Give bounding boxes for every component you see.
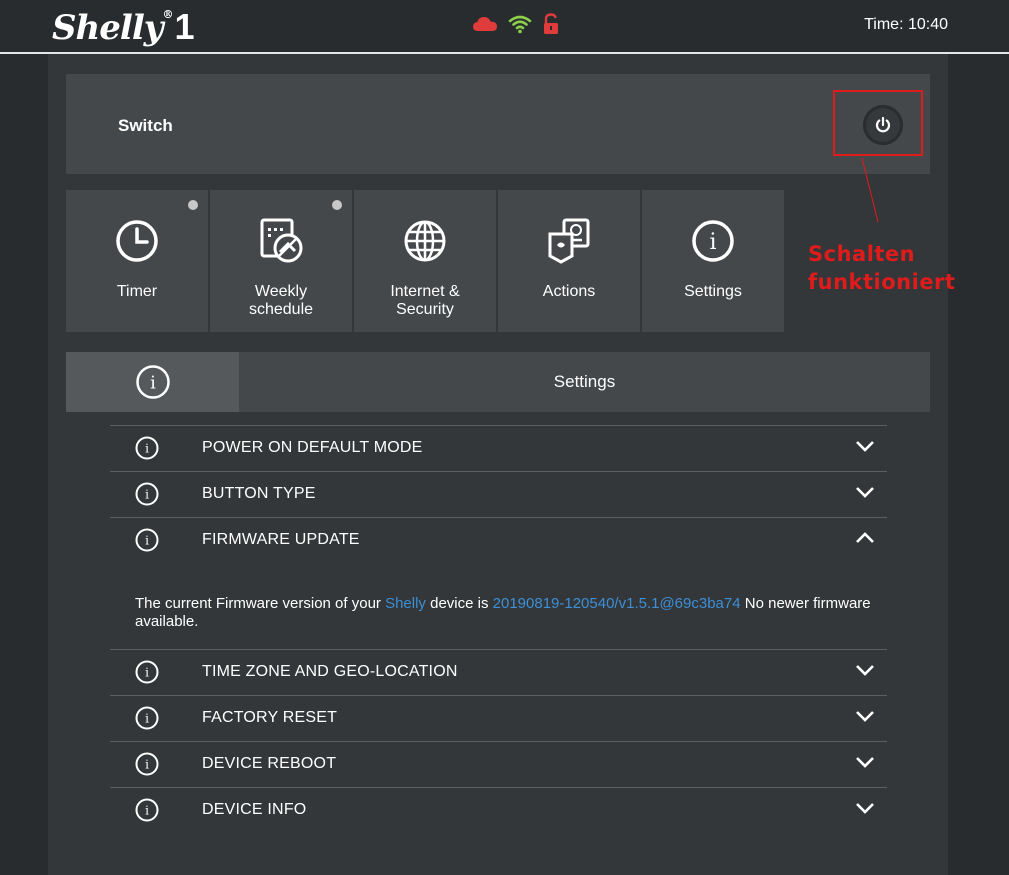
- annotation-line-1: Schalten: [808, 242, 916, 266]
- wifi-icon: [508, 15, 532, 34]
- settings-header-icon-cell: i: [66, 352, 239, 412]
- firmware-text: The current Firmware version of your She…: [135, 595, 871, 630]
- tile-actions[interactable]: Actions: [498, 190, 640, 332]
- svg-text:i: i: [145, 442, 149, 456]
- info-icon: i: [135, 706, 159, 730]
- settings-item-factory-reset[interactable]: i FACTORY RESET: [110, 695, 887, 741]
- settings-item-label: BUTTON TYPE: [202, 485, 316, 502]
- settings-header: i Settings: [66, 352, 930, 412]
- svg-text:i: i: [150, 373, 156, 394]
- chevron-down-icon[interactable]: [855, 439, 875, 453]
- chevron-down-icon[interactable]: [855, 709, 875, 723]
- clock-icon: [116, 220, 158, 262]
- switch-label: Switch: [118, 116, 173, 135]
- svg-text:i: i: [145, 804, 149, 818]
- settings-item-power-on-default-mode[interactable]: i POWER ON DEFAULT MODE: [110, 425, 887, 471]
- firmware-version-link[interactable]: 20190819-120540/v1.5.1@69c3ba74: [493, 595, 741, 612]
- svg-text:i: i: [145, 758, 149, 772]
- settings-item-label: FACTORY RESET: [202, 709, 338, 726]
- settings-item-label: TIME ZONE AND GEO-LOCATION: [202, 663, 458, 680]
- time-display: Time: 10:40: [864, 16, 948, 33]
- svg-text:i: i: [145, 712, 149, 726]
- schedule-icon: [260, 218, 303, 263]
- tile-label: Weekly schedule: [248, 283, 314, 318]
- power-icon: [875, 116, 891, 133]
- tile-label: Settings: [684, 283, 742, 300]
- svg-text:i: i: [709, 230, 716, 255]
- svg-text:i: i: [145, 488, 149, 502]
- svg-text:i: i: [145, 534, 149, 548]
- info-icon: i: [136, 365, 170, 399]
- shelly-logo: Shelly®1: [52, 6, 195, 48]
- chevron-down-icon[interactable]: [855, 801, 875, 815]
- settings-item-firmware-update[interactable]: i FIRMWARE UPDATE: [110, 517, 887, 563]
- top-bar: Shelly®1 Time: 10:40: [0, 0, 1009, 54]
- settings-item-label: DEVICE REBOOT: [202, 755, 337, 772]
- settings-item-device-reboot[interactable]: i DEVICE REBOOT: [110, 741, 887, 787]
- cloud-icon: [473, 17, 497, 31]
- tile-label: Timer: [116, 283, 158, 300]
- annotation-text: Schalten funktioniert: [808, 240, 955, 296]
- status-icons: [472, 12, 560, 36]
- chevron-up-icon[interactable]: [855, 531, 875, 545]
- power-button[interactable]: [863, 105, 903, 145]
- tile-settings[interactable]: i Settings: [642, 190, 784, 332]
- info-icon: i: [135, 436, 159, 460]
- indicator-dot: [188, 200, 198, 210]
- annotation-line-2: funktioniert: [808, 270, 956, 294]
- info-icon: i: [135, 752, 159, 776]
- feature-tiles: Timer Weekly schedule Internet & Securit…: [66, 190, 784, 332]
- tile-weekly-schedule[interactable]: Weekly schedule: [210, 190, 352, 332]
- power-highlight-box: [833, 90, 923, 156]
- globe-icon: [404, 220, 446, 262]
- info-icon: i: [135, 660, 159, 684]
- settings-list: i POWER ON DEFAULT MODE i BUTTON TYPE i …: [110, 425, 887, 833]
- settings-item-label: FIRMWARE UPDATE: [202, 531, 360, 548]
- chevron-down-icon[interactable]: [855, 485, 875, 499]
- firmware-details: The current Firmware version of your She…: [110, 563, 887, 649]
- info-icon: i: [692, 220, 734, 262]
- tile-label: Internet & Security: [390, 283, 460, 318]
- settings-title: Settings: [553, 372, 616, 391]
- unlock-icon: [544, 13, 558, 34]
- info-icon: i: [135, 798, 159, 822]
- settings-item-label: POWER ON DEFAULT MODE: [202, 439, 423, 456]
- tile-internet-security[interactable]: Internet & Security: [354, 190, 496, 332]
- svg-text:i: i: [145, 666, 149, 680]
- switch-bar: Switch: [66, 74, 930, 174]
- settings-item-button-type[interactable]: i BUTTON TYPE: [110, 471, 887, 517]
- settings-item-device-info[interactable]: i DEVICE INFO: [110, 787, 887, 833]
- info-icon: i: [135, 528, 159, 552]
- settings-item-label: DEVICE INFO: [202, 801, 307, 818]
- shelly-link[interactable]: Shelly: [385, 595, 426, 612]
- info-icon: i: [135, 482, 159, 506]
- chevron-down-icon[interactable]: [855, 755, 875, 769]
- tile-label: Actions: [542, 283, 596, 300]
- actions-icon: [548, 218, 590, 264]
- chevron-down-icon[interactable]: [855, 663, 875, 677]
- indicator-dot: [332, 200, 342, 210]
- tile-timer[interactable]: Timer: [66, 190, 208, 332]
- settings-item-time-zone-geo-location[interactable]: i TIME ZONE AND GEO-LOCATION: [110, 649, 887, 695]
